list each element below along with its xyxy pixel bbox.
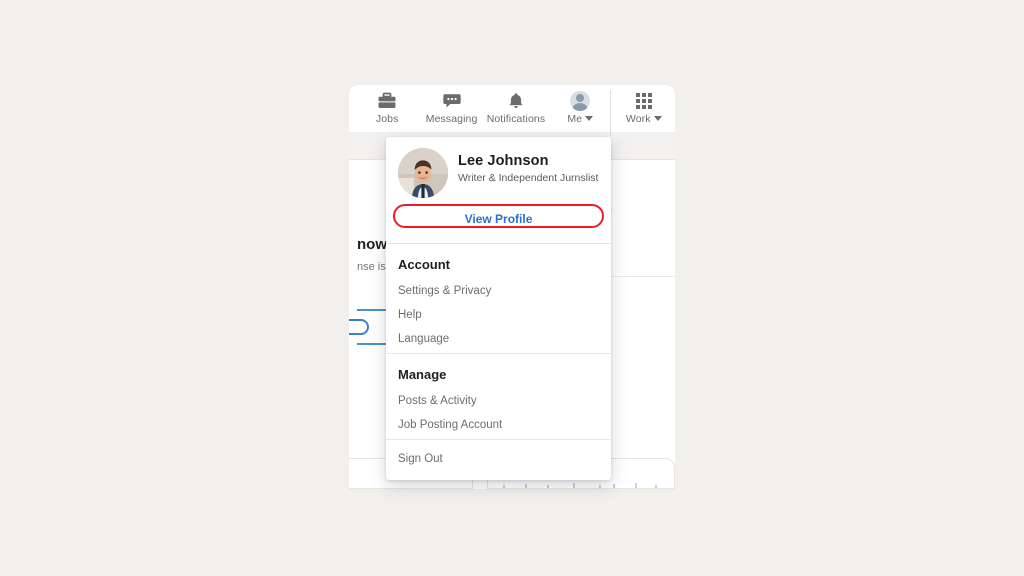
nav-label-notifications: Notifications xyxy=(486,113,546,125)
nav-section-divider xyxy=(610,90,611,136)
section-title-account: Account xyxy=(398,257,450,272)
blue-pill-shape xyxy=(349,319,369,335)
nav-label-me: Me xyxy=(567,113,594,125)
section-title-manage: Manage xyxy=(398,367,447,382)
profile-headline: Writer & Independent Jurnslist xyxy=(458,172,599,184)
me-dropdown-menu: Lee Johnson Writer & Independent Jurnsli… xyxy=(386,137,611,480)
bell-icon xyxy=(506,90,526,111)
nav-label-messaging: Messaging xyxy=(425,113,478,125)
nav-item-work[interactable]: Work xyxy=(613,85,675,132)
top-navigation-bar: Jobs Messaging Notifications Me Work xyxy=(349,85,675,132)
dropdown-section-signout: Sign Out xyxy=(386,440,611,480)
screenshot-stage: Jobs Messaging Notifications Me Work now… xyxy=(0,0,1024,576)
menu-item-job-posting-account[interactable]: Job Posting Account xyxy=(386,413,611,437)
dropdown-section-manage: Manage Posts & Activity Job Posting Acco… xyxy=(386,354,611,439)
dropdown-profile-header[interactable]: Lee Johnson Writer & Independent Jurnsli… xyxy=(386,137,611,204)
nav-label-jobs: Jobs xyxy=(375,113,399,125)
dropdown-section-account: Account Settings & Privacy Help Language xyxy=(386,244,611,353)
view-profile-button[interactable]: View Profile xyxy=(396,206,601,233)
nav-item-messaging[interactable]: Messaging xyxy=(419,85,483,132)
menu-item-settings-privacy[interactable]: Settings & Privacy xyxy=(386,279,611,303)
profile-photo xyxy=(398,148,448,198)
menu-item-help[interactable]: Help xyxy=(386,303,611,327)
nav-item-notifications[interactable]: Notifications xyxy=(484,85,548,132)
chat-bubble-icon xyxy=(442,90,462,111)
avatar-icon xyxy=(570,90,591,111)
chevron-down-icon-work xyxy=(653,116,662,121)
nav-label-work: Work xyxy=(626,113,662,125)
sparkline-marks xyxy=(495,482,670,488)
chevron-down-icon xyxy=(585,116,594,121)
grid-apps-icon xyxy=(635,90,652,111)
menu-item-language[interactable]: Language xyxy=(386,327,611,351)
profile-name: Lee Johnson xyxy=(458,153,549,169)
nav-item-jobs[interactable]: Jobs xyxy=(355,85,419,132)
view-profile-container: View Profile xyxy=(386,204,611,243)
briefcase-icon xyxy=(377,90,397,111)
nav-item-me[interactable]: Me xyxy=(548,85,612,132)
menu-item-sign-out[interactable]: Sign Out xyxy=(386,447,611,471)
menu-item-posts-activity[interactable]: Posts & Activity xyxy=(386,389,611,413)
